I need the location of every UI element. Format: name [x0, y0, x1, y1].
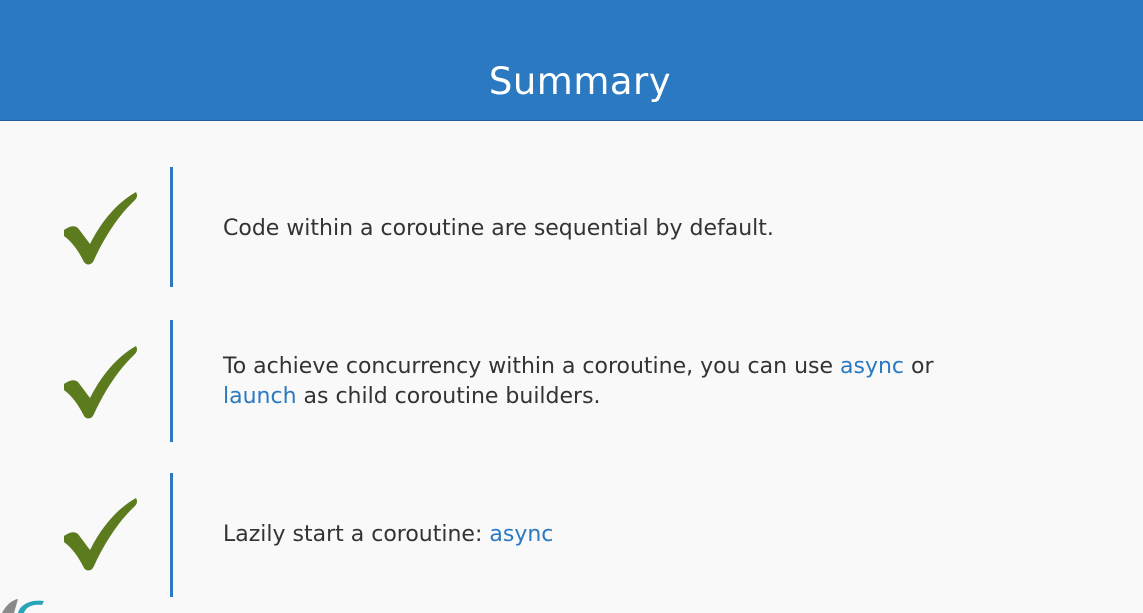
- header-bar: Summary: [0, 0, 1143, 121]
- summary-text: To achieve concurrency within a coroutin…: [223, 352, 1083, 412]
- text-segment: as child coroutine builders.: [296, 384, 601, 409]
- check-icon: [64, 498, 138, 571]
- text-segment: To achieve concurrency within a coroutin…: [223, 354, 840, 379]
- text-segment: or: [904, 354, 934, 379]
- text-segment: Code within a coroutine are sequential b…: [223, 216, 774, 241]
- summary-text: Code within a coroutine are sequential b…: [223, 214, 1083, 244]
- check-icon: [64, 346, 138, 419]
- summary-text: Lazily start a coroutine: async: [223, 520, 1083, 550]
- text-segment: Lazily start a coroutine:: [223, 522, 490, 547]
- keyword-async: async: [840, 354, 905, 379]
- item-divider: [170, 473, 173, 597]
- item-divider: [170, 167, 173, 287]
- slide: Summary Code within a coroutine are sequ…: [0, 0, 1143, 613]
- check-icon: [64, 192, 138, 265]
- logo-icon: [2, 599, 44, 613]
- keyword-launch: launch: [223, 384, 297, 409]
- keyword-async: async: [489, 522, 554, 547]
- item-divider: [170, 320, 173, 442]
- page-title: Summary: [488, 60, 672, 103]
